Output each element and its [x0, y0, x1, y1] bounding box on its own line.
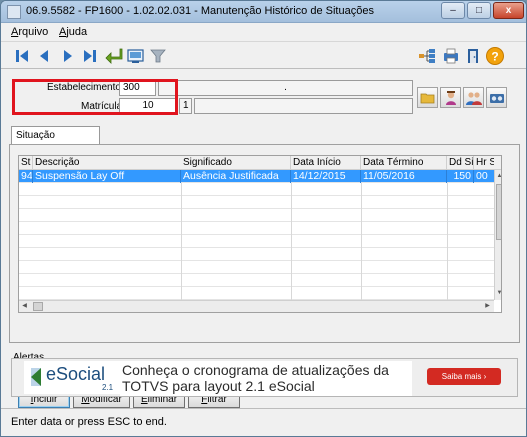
vertical-scrollbar[interactable]: ▲ ▼	[494, 170, 501, 300]
horizontal-scrollbar[interactable]: ◀ ▶	[19, 300, 494, 312]
empty-row	[19, 196, 501, 209]
grid-column-line	[181, 183, 182, 300]
toolbar: ?	[1, 41, 526, 69]
maximize-icon: □	[475, 5, 483, 16]
scroll-up-icon[interactable]: ▲	[495, 171, 501, 181]
print-icon	[444, 48, 458, 64]
close-button[interactable]: x	[493, 2, 524, 19]
help-icon: ?	[486, 47, 504, 65]
cell-data-inicio: 14/12/2015	[291, 170, 361, 183]
matricula-digit: 1	[179, 98, 192, 114]
previous-icon	[40, 50, 48, 62]
folder-icon	[420, 93, 434, 103]
column-descricao[interactable]: Descrição	[33, 156, 181, 170]
situacao-panel: St Descrição Significado Data Início Dat…	[9, 144, 520, 408]
alert-message: Conheça o cronograma de atualizações da …	[120, 361, 412, 396]
scroll-right-icon[interactable]: ▶	[483, 301, 492, 311]
open-folder-button[interactable]	[417, 87, 438, 108]
menu-ajuda[interactable]: Ajuda	[59, 26, 87, 38]
esocial-logo-icon	[31, 368, 41, 386]
saiba-mais-button[interactable]: Saiba mais ›	[427, 368, 501, 385]
column-dd-sit[interactable]: Dd Sit	[447, 156, 474, 170]
grid-column-line	[447, 183, 448, 300]
form-area: Estabelecimento: 300 . Matrícula: 10 1 S…	[7, 73, 521, 408]
first-icon	[16, 50, 28, 62]
menu-arquivo[interactable]: Arquivo	[11, 26, 48, 38]
tab-situacao[interactable]: Situação	[11, 126, 100, 145]
empty-row	[19, 261, 501, 274]
goto-icon	[105, 48, 123, 64]
grid-column-line	[291, 183, 292, 300]
menu-bar: Arquivo Ajuda	[1, 23, 526, 41]
situacao-grid[interactable]: St Descrição Significado Data Início Dat…	[18, 155, 502, 313]
goto-button[interactable]	[103, 45, 125, 67]
horizontal-scroll-thumb[interactable]	[33, 302, 43, 311]
maximize-button[interactable]: □	[467, 2, 491, 19]
title-bar[interactable]: 06.9.5582 - FP1600 - 1.02.02.031 - Manut…	[1, 1, 526, 23]
empty-row	[19, 287, 501, 300]
cell-hr-s: 00	[476, 170, 488, 182]
previous-record-button[interactable]	[33, 45, 55, 67]
scroll-down-icon[interactable]: ▼	[495, 288, 501, 298]
cell-data-termino: 11/05/2016	[361, 170, 447, 183]
minimize-icon: –	[450, 5, 456, 16]
alerts-banner[interactable]: eSocial 2.1 Conheça o cronograma de atua…	[11, 358, 518, 397]
next-record-button[interactable]	[57, 45, 79, 67]
empty-row	[19, 222, 501, 235]
group-icon	[465, 91, 482, 105]
cell-descricao: Suspensão Lay Off	[33, 170, 181, 183]
esocial-version: 2.1	[102, 383, 114, 392]
search-icon	[127, 49, 144, 63]
scroll-left-icon[interactable]: ◀	[20, 301, 29, 311]
grid-header: St Descrição Significado Data Início Dat…	[19, 156, 501, 170]
last-record-button[interactable]	[79, 45, 101, 67]
empty-row	[19, 209, 501, 222]
status-text: Enter data or press ESC to end.	[11, 416, 167, 428]
window-title: 06.9.5582 - FP1600 - 1.02.02.031 - Manut…	[26, 5, 374, 17]
matricula-name	[194, 98, 413, 114]
vertical-scroll-thumb[interactable]	[496, 184, 501, 240]
status-bar: Enter data or press ESC to end.	[1, 408, 526, 436]
column-data-inicio[interactable]: Data Início	[291, 156, 361, 170]
empty-row	[19, 274, 501, 287]
minimize-button[interactable]: –	[441, 2, 465, 19]
close-icon: x	[505, 5, 512, 16]
table-row[interactable]: 94 Suspensão Lay Off Ausência Justificad…	[19, 170, 501, 183]
estabelecimento-description: .	[158, 80, 413, 96]
cell-significado: Ausência Justificada	[181, 170, 291, 183]
tree-icon	[419, 49, 435, 63]
tree-button[interactable]	[416, 45, 438, 67]
employee-button[interactable]	[440, 87, 461, 108]
empty-row	[19, 248, 501, 261]
exit-icon	[468, 49, 478, 63]
column-significado[interactable]: Significado	[181, 156, 291, 170]
cell-st: 94	[21, 170, 33, 183]
filter-icon	[150, 49, 166, 63]
record-icon	[489, 93, 504, 103]
annotation-highlight-box	[12, 79, 178, 115]
app-window: 06.9.5582 - FP1600 - 1.02.02.031 - Manut…	[0, 0, 527, 437]
first-record-button[interactable]	[11, 45, 33, 67]
grid-column-line	[361, 183, 362, 300]
app-icon	[7, 5, 21, 19]
column-st[interactable]: St	[19, 156, 33, 170]
svg-text:?: ?	[491, 50, 498, 64]
group-button[interactable]	[463, 87, 484, 108]
help-button[interactable]: ?	[484, 45, 506, 67]
exit-button[interactable]	[462, 45, 484, 67]
last-icon	[84, 50, 96, 62]
empty-row	[19, 235, 501, 248]
esocial-logo-text: eSocial	[46, 364, 106, 384]
person-icon	[445, 90, 456, 105]
esocial-logo: eSocial 2.1	[24, 361, 120, 394]
print-button[interactable]	[440, 45, 462, 67]
record-button[interactable]	[486, 87, 507, 108]
next-icon	[64, 50, 72, 62]
filter-button[interactable]	[147, 45, 169, 67]
search-button[interactable]	[125, 45, 147, 67]
empty-row	[19, 183, 501, 196]
column-data-termino[interactable]: Data Término	[361, 156, 447, 170]
cell-dd-sit: 150	[447, 170, 474, 183]
column-hr-s[interactable]: Hr S	[474, 156, 494, 170]
